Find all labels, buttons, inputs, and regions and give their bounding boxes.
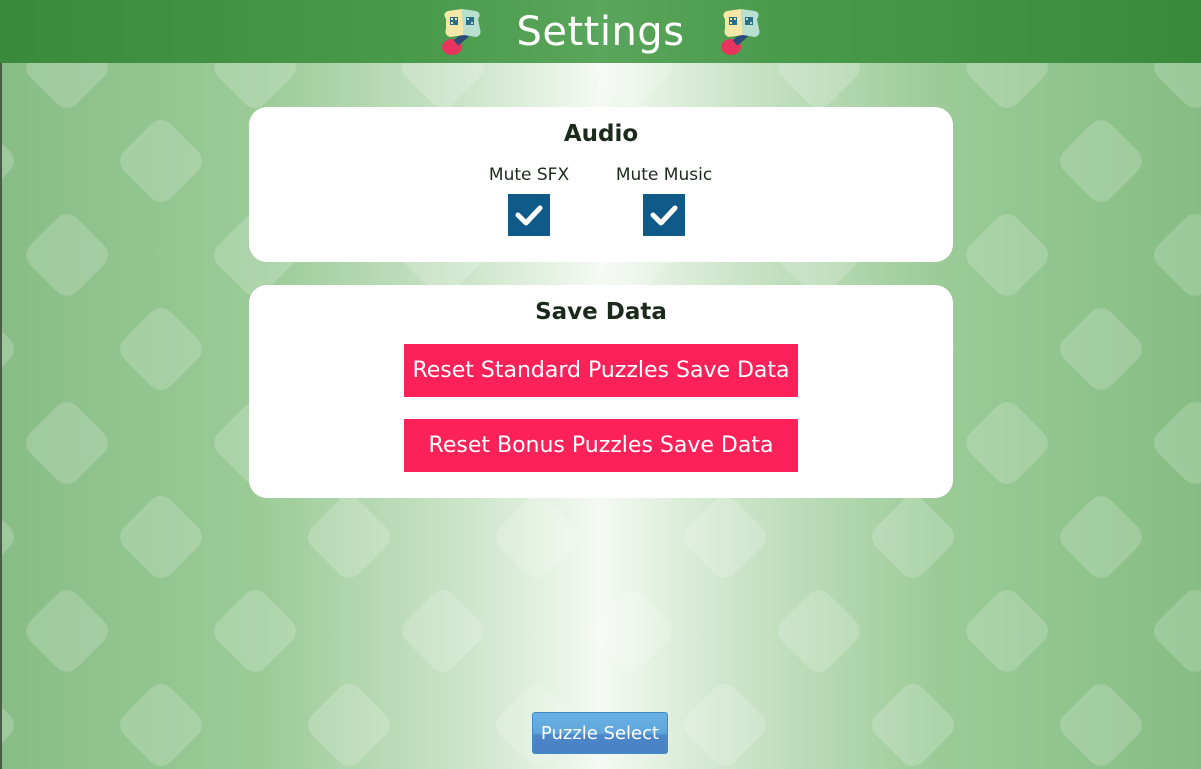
puzzle-book-icon (717, 5, 763, 59)
audio-panel: Audio Mute SFX Mute Music (249, 107, 953, 262)
page-title: Settings (516, 8, 685, 55)
mute-sfx-group: Mute SFX (459, 165, 599, 236)
save-data-panel: Save Data Reset Standard Puzzles Save Da… (249, 285, 953, 498)
header-bar: Settings (0, 0, 1201, 63)
window-edge (0, 0, 2, 769)
mute-sfx-label: Mute SFX (488, 165, 570, 185)
mute-music-group: Mute Music (594, 165, 734, 236)
checkmark-icon (650, 205, 678, 226)
mute-sfx-checkbox[interactable] (508, 194, 550, 236)
save-data-section-title: Save Data (535, 299, 667, 325)
mute-music-label: Mute Music (615, 165, 713, 185)
audio-section-title: Audio (563, 121, 639, 147)
checkmark-icon (515, 205, 543, 226)
puzzle-select-button[interactable]: Puzzle Select (532, 712, 668, 754)
reset-bonus-puzzles-button[interactable]: Reset Bonus Puzzles Save Data (404, 419, 798, 472)
puzzle-book-icon (438, 5, 484, 59)
reset-standard-puzzles-button[interactable]: Reset Standard Puzzles Save Data (404, 344, 798, 397)
mute-music-checkbox[interactable] (643, 194, 685, 236)
